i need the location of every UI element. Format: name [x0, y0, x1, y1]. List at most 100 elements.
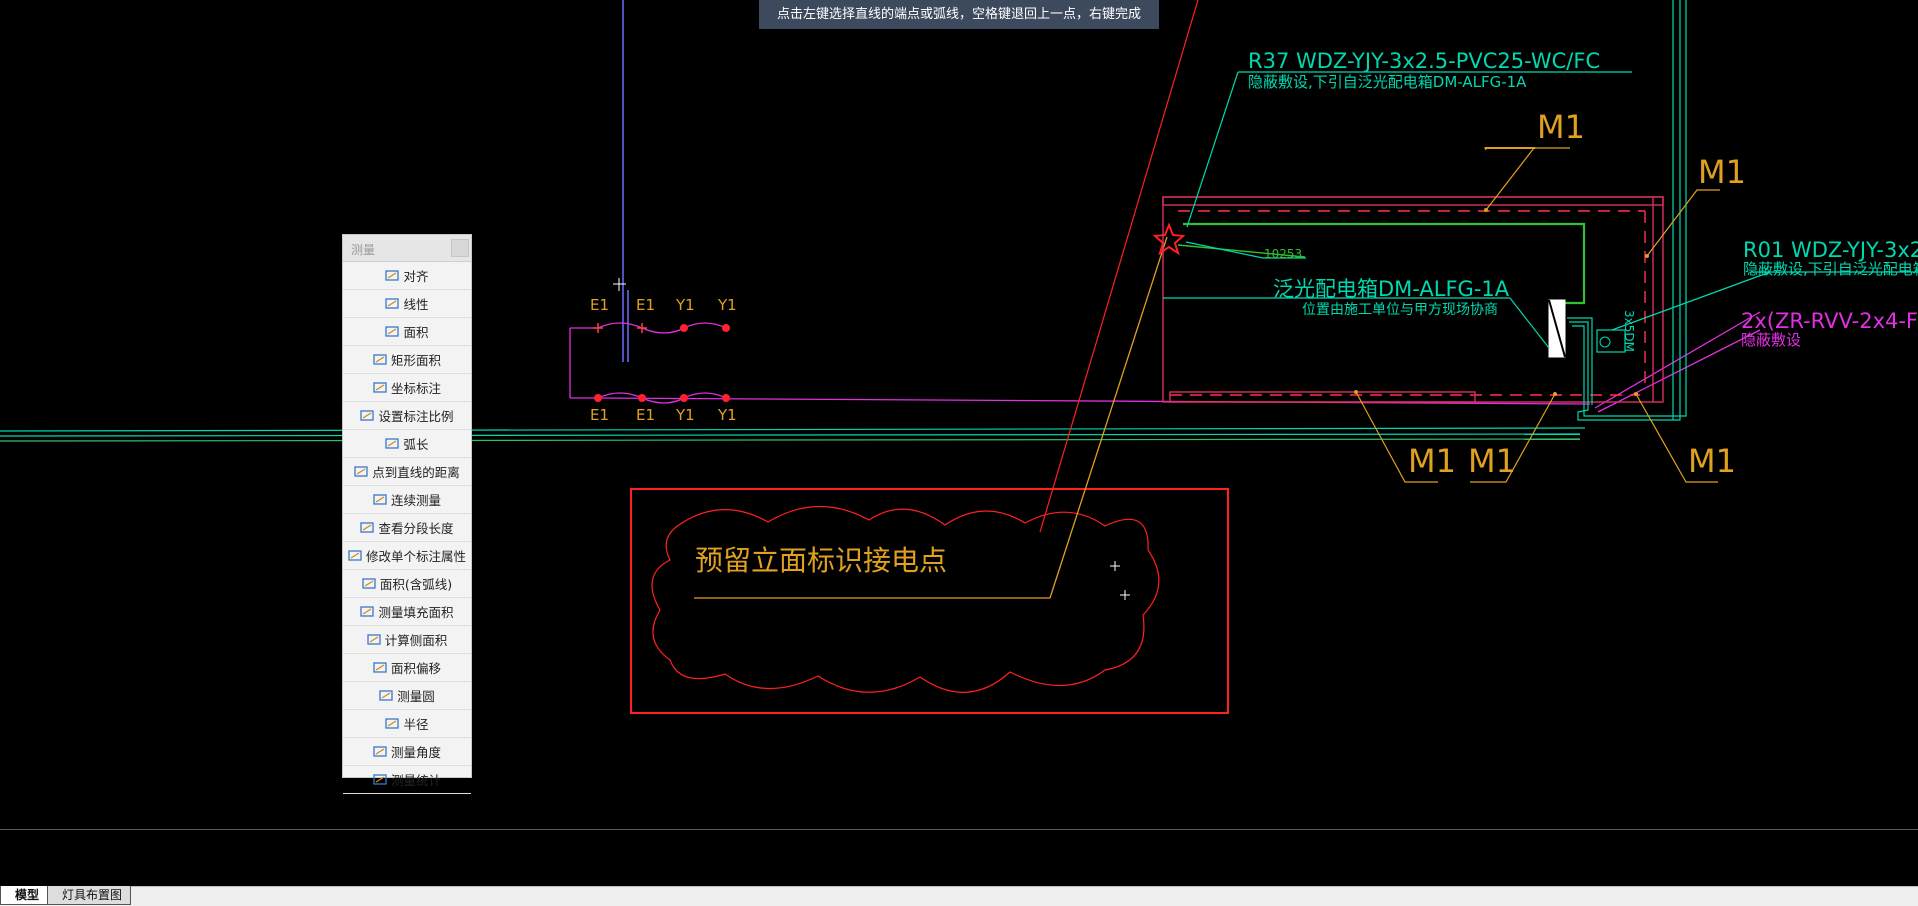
tool-label: 设置标注比例: [378, 409, 454, 424]
measure-panel-header[interactable]: 测量: [343, 235, 471, 262]
legend-crosses: [593, 323, 647, 333]
linear-measure-icon: [385, 297, 400, 310]
cloud-note-text: 预留立面标识接电点: [695, 544, 947, 577]
tool-button-2[interactable]: 面积: [343, 318, 471, 346]
device-symbol-circle: [1599, 336, 1611, 348]
tool-label: 计算侧面积: [384, 633, 448, 648]
wall-line-cyan-2: [0, 433, 1581, 437]
tool-label: 线性: [403, 297, 429, 312]
cable-label-right: 2x(ZR-RVV-2x4-F: [1741, 309, 1918, 333]
tool-button-16[interactable]: 半径: [343, 710, 471, 738]
tool-button-12[interactable]: 测量填充面积: [343, 598, 471, 626]
command-line-divider: [0, 829, 1918, 830]
tool-button-14[interactable]: 面积偏移: [343, 654, 471, 682]
distribution-box-note: 位置由施工单位与甲方现场协商: [1302, 302, 1498, 318]
wall-line-green: [0, 438, 1581, 442]
cloud-leader-line: [1049, 236, 1168, 599]
m1-label-5: M1: [1688, 442, 1736, 480]
connection-star-icon: [1152, 222, 1186, 256]
tool-button-1[interactable]: 线性: [343, 290, 471, 318]
tool-button-3[interactable]: 矩形面积: [343, 346, 471, 374]
tool-button-8[interactable]: 连续测量: [343, 486, 471, 514]
tool-label: 测量统计: [390, 773, 441, 788]
legend-top-label-4: Y1: [717, 296, 737, 314]
arc-area-icon: [362, 577, 376, 590]
revision-cloud: [651, 505, 1160, 693]
measure-panel-title: 测量: [351, 243, 376, 257]
tool-button-15[interactable]: 测量圆: [343, 682, 471, 710]
edit-annotation-icon: [348, 549, 362, 562]
rect-area-icon: [373, 353, 387, 366]
legend-labels: E1 E1 Y1 Y1 E1 E1 Y1 Y1: [590, 296, 737, 424]
side-area-icon: [367, 633, 381, 646]
arc-length-icon: [385, 437, 400, 450]
dimension-label: 10253: [1264, 247, 1302, 261]
m1-label-1: M1: [1537, 108, 1585, 146]
tool-button-10[interactable]: 修改单个标注属性: [343, 542, 471, 570]
tool-button-6[interactable]: 弧长: [343, 430, 471, 458]
legend-bottom-label-4: Y1: [717, 406, 737, 424]
tool-button-13[interactable]: 计算侧面积: [343, 626, 471, 654]
status-bar: [0, 886, 1918, 906]
m1-label-3: M1: [1408, 442, 1456, 480]
area-icon: [385, 325, 400, 338]
tool-label: 面积偏移: [390, 661, 441, 676]
red-leader-line: [1039, 0, 1199, 533]
measure-panel[interactable]: 测量 对齐线性面积矩形面积坐标标注设置标注比例 弧长点到直线的距离连续测量 查看分段…: [342, 234, 472, 794]
tab-model[interactable]: 模型: [0, 886, 49, 905]
circle-measure-icon: [379, 689, 393, 702]
distribution-box-label: 泛光配电箱DM-ALFG-1A: [1273, 277, 1510, 301]
coordinate-icon: [373, 381, 387, 394]
cloud-snap-markers: [1110, 561, 1130, 600]
tool-label: 测量填充面积: [378, 605, 454, 620]
continuous-measure-icon: [373, 493, 387, 506]
magenta-circuit: [569, 311, 1761, 413]
tool-label: 矩形面积: [390, 353, 441, 368]
command-prompt-banner: 点击左键选择直线的端点或弧线，空格键退回上一点，右键完成: [759, 0, 1159, 29]
fill-area-icon: [360, 605, 375, 618]
tool-label: 测量圆: [397, 689, 435, 704]
legend-dots: [594, 324, 730, 402]
legend-bottom-label-2: E1: [636, 406, 655, 424]
m1-label-2: M1: [1698, 153, 1746, 191]
measure-tool-list: 对齐线性面积矩形面积坐标标注设置标注比例 弧长点到直线的距离连续测量 查看分段长度修…: [343, 262, 471, 794]
statistics-icon: [373, 773, 387, 786]
tool-label: 面积(含弧线): [379, 577, 453, 592]
tool-button-0[interactable]: 对齐: [343, 262, 471, 290]
m1-leaders: [1484, 147, 1536, 151]
m1-label-4: M1: [1468, 442, 1516, 480]
tool-label: 测量角度: [390, 745, 441, 760]
tool-label: 弧长: [403, 437, 429, 452]
tool-label: 点到直线的距离: [372, 465, 460, 480]
circuit-label-right: R01 WDZ-YJY-3x2: [1743, 238, 1918, 262]
cad-drawing-canvas[interactable]: E1 E1 Y1 Y1 E1 E1 Y1 Y1 预留立面标识接电点 3x5DM …: [0, 0, 1918, 906]
tool-label: 坐标标注: [390, 381, 441, 396]
scale-icon: [360, 409, 375, 422]
legend-bottom-label-1: E1: [590, 406, 609, 424]
legend-top-label-3: Y1: [675, 296, 695, 314]
tool-button-7[interactable]: 点到直线的距离: [343, 458, 471, 486]
tool-button-18[interactable]: 测量统计: [343, 766, 471, 794]
align-measure-icon: [385, 269, 400, 282]
cursor-crosshair: [613, 278, 626, 291]
circuit-note-right: 隐蔽敷设,下引自泛光配电箱DM-: [1743, 260, 1918, 278]
angle-icon: [373, 745, 387, 758]
tool-button-5[interactable]: 设置标注比例: [343, 402, 471, 430]
tool-button-9[interactable]: 查看分段长度: [343, 514, 471, 542]
layout-tabs: 模型 灯具布置图: [0, 886, 132, 906]
tab-lighting-layout[interactable]: 灯具布置图: [47, 886, 132, 905]
circuit-note-top: 隐蔽敷设,下引自泛光配电箱DM-ALFG-1A: [1248, 73, 1527, 91]
tool-label: 对齐: [403, 269, 429, 284]
tool-label: 面积: [403, 325, 429, 340]
tool-label: 修改单个标注属性: [365, 549, 466, 564]
point-line-icon: [354, 465, 368, 478]
tool-button-4[interactable]: 坐标标注: [343, 374, 471, 402]
legend-top-label-2: E1: [636, 296, 655, 314]
highlight-rectangle: [630, 488, 1229, 714]
radius-icon: [385, 717, 400, 730]
tool-button-11[interactable]: 面积(含弧线): [343, 570, 471, 598]
close-icon[interactable]: [451, 239, 469, 257]
tool-button-17[interactable]: 测量角度: [343, 738, 471, 766]
legend-bottom-label-3: Y1: [675, 406, 695, 424]
wall-line-cyan-1: [0, 427, 1586, 432]
